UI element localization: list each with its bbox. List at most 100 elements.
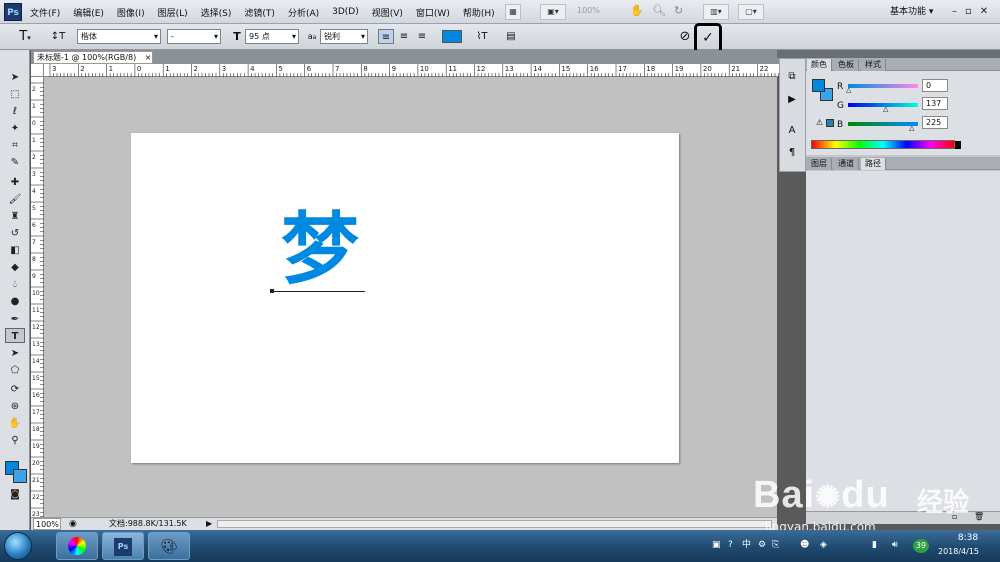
horizontal-scrollbar[interactable] xyxy=(217,520,772,528)
status-zoom[interactable]: 100% xyxy=(33,518,61,530)
color-ramp-black[interactable] xyxy=(955,141,961,149)
tray-badge[interactable]: 39 xyxy=(913,539,929,553)
menu-filter[interactable]: 滤镜(T) xyxy=(244,6,275,19)
warp-text-icon[interactable]: ⌇T xyxy=(474,29,490,44)
marquee-tool-icon[interactable]: ⬚ xyxy=(5,87,25,102)
bridge-icon[interactable]: ▦ xyxy=(505,4,521,20)
3d-rotate-icon[interactable]: ⟳ xyxy=(5,382,25,397)
g-slider-thumb-icon[interactable]: △ xyxy=(883,105,888,113)
type-tool-icon[interactable]: T xyxy=(5,328,25,343)
document-tab[interactable]: 未标题-1 @ 100%(RGB/8) × xyxy=(33,51,153,64)
history-brush-icon[interactable]: ↺ xyxy=(5,226,25,241)
path-selection-icon[interactable]: ➤ xyxy=(5,346,25,361)
history-panel-icon[interactable]: ⧉ xyxy=(784,70,800,84)
pen-tool-icon[interactable]: ✒ xyxy=(5,312,25,327)
text-orientation-icon[interactable]: ↕T xyxy=(50,29,66,44)
screen-mode-menu-icon[interactable]: ▢▾ xyxy=(738,4,764,20)
status-menu-arrow-icon[interactable]: ▶ xyxy=(206,518,212,530)
tab-swatches[interactable]: 色板 xyxy=(834,59,859,71)
rotate-icon[interactable]: ↻ xyxy=(674,4,683,17)
align-center-icon[interactable]: ≡ xyxy=(396,29,412,44)
tab-styles[interactable]: 样式 xyxy=(861,59,886,71)
antialias-select[interactable]: 锐利 xyxy=(320,29,368,44)
lasso-tool-icon[interactable]: ℓ xyxy=(5,104,25,119)
paragraph-panel-icon[interactable]: ¶ xyxy=(784,146,800,160)
type-tool-preset-icon[interactable]: T▾ xyxy=(14,29,36,44)
r-slider-thumb-icon[interactable]: △ xyxy=(846,86,851,94)
shape-tool-icon[interactable]: ⬠ xyxy=(5,363,25,378)
menu-file[interactable]: 文件(F) xyxy=(30,6,60,19)
font-family-select[interactable]: 楷体 xyxy=(77,29,161,44)
restore-button[interactable]: ▫ xyxy=(965,2,972,22)
menu-3d[interactable]: 3D(D) xyxy=(332,7,359,17)
clock-date[interactable]: 2018/4/15 xyxy=(938,547,979,556)
b-slider-thumb-icon[interactable]: △ xyxy=(909,124,914,132)
brush-tool-icon[interactable]: 🖌︎ xyxy=(5,192,25,207)
healing-brush-icon[interactable]: ✚ xyxy=(5,175,25,190)
eyedropper-tool-icon[interactable]: ✎ xyxy=(5,155,25,170)
gamut-warning-icon[interactable]: ⚠ xyxy=(816,118,823,127)
tray-icon-1[interactable]: ▣ xyxy=(712,538,721,552)
tray-settings-icon[interactable]: ⚙ xyxy=(758,538,766,552)
taskbar-app-color-icon[interactable] xyxy=(56,532,98,560)
tab-channels[interactable]: 通道 xyxy=(834,158,859,170)
tray-lang[interactable]: 中 xyxy=(742,538,751,552)
menu-select[interactable]: 选择(S) xyxy=(201,6,232,19)
character-panel-icon[interactable]: ▤ xyxy=(503,29,519,44)
panel-fg-swatch[interactable] xyxy=(812,79,825,92)
b-slider[interactable] xyxy=(848,122,918,126)
menu-window[interactable]: 窗口(W) xyxy=(416,6,450,19)
ruler-origin[interactable] xyxy=(31,64,44,77)
magic-wand-icon[interactable]: ✦ xyxy=(5,121,25,136)
g-value-input[interactable]: 137 xyxy=(922,97,948,110)
blur-tool-icon[interactable]: 💧︎ xyxy=(5,277,25,292)
status-icon[interactable]: ◉ xyxy=(69,518,77,530)
tray-help-icon[interactable]: ? xyxy=(728,538,733,552)
tray-qq-icon[interactable]: ☻ xyxy=(800,538,809,552)
color-ramp[interactable] xyxy=(811,140,955,149)
hand-icon[interactable]: ✋ xyxy=(630,4,644,17)
tray-signal-icon[interactable]: ▮ xyxy=(872,538,877,552)
taskbar-paint-icon[interactable]: 🎨︎ xyxy=(148,532,190,560)
tab-paths[interactable]: 路径 xyxy=(861,158,886,170)
menu-image[interactable]: 图像(I) xyxy=(117,6,145,19)
screen-mode-icon[interactable]: ▣▾ xyxy=(540,4,566,20)
actions-panel-icon[interactable]: ▶ xyxy=(784,93,800,107)
font-style-select[interactable]: - xyxy=(167,29,221,44)
eraser-tool-icon[interactable]: ◧ xyxy=(5,243,25,258)
zoom-tool-icon[interactable]: ⚲ xyxy=(5,433,25,448)
minimize-button[interactable]: – xyxy=(952,2,957,22)
align-right-icon[interactable]: ≡ xyxy=(414,29,430,44)
hand-tool-icon[interactable]: ✋ xyxy=(5,416,25,431)
tray-clipboard-icon[interactable]: ⎘ xyxy=(772,538,779,552)
menu-edit[interactable]: 编辑(E) xyxy=(73,6,104,19)
arrange-docs-icon[interactable]: ▥▾ xyxy=(703,4,729,20)
clone-stamp-icon[interactable]: ♜ xyxy=(5,209,25,224)
text-layer[interactable]: 梦 xyxy=(281,205,359,295)
menu-layer[interactable]: 图层(L) xyxy=(158,6,188,19)
close-tab-icon[interactable]: × xyxy=(145,53,152,62)
background-color-swatch[interactable] xyxy=(13,469,27,483)
taskbar-photoshop-icon[interactable]: Ps xyxy=(102,532,144,560)
menu-help[interactable]: 帮助(H) xyxy=(463,6,495,19)
b-value-input[interactable]: 225 xyxy=(922,116,948,129)
paint-bucket-icon[interactable]: ◆ xyxy=(5,260,25,275)
clock-time[interactable]: 8:38 xyxy=(944,533,992,543)
tray-network-icon[interactable]: ◈ xyxy=(820,538,827,552)
gamut-swatch[interactable] xyxy=(826,119,834,127)
text-color-swatch[interactable] xyxy=(442,30,462,43)
move-tool-icon[interactable]: ➤ xyxy=(5,70,25,85)
start-button[interactable] xyxy=(4,532,32,560)
tab-color[interactable]: 颜色 xyxy=(807,59,832,71)
tray-volume-icon[interactable]: 🔊︎ xyxy=(892,538,898,552)
tab-layers[interactable]: 图层 xyxy=(807,158,832,170)
zoom-level[interactable]: 100% xyxy=(577,6,600,15)
crop-tool-icon[interactable]: ⌗ xyxy=(5,138,25,153)
cancel-edit-icon[interactable]: ⊘ xyxy=(677,29,693,44)
quick-mask-icon[interactable]: ◙ xyxy=(5,487,25,502)
text-anchor-point[interactable] xyxy=(270,289,274,293)
r-value-input[interactable]: 0 xyxy=(922,79,948,92)
character-panel-dock-icon[interactable]: A xyxy=(784,124,800,138)
dodge-tool-icon[interactable]: ● xyxy=(5,294,25,309)
font-size-select[interactable]: 95 点 xyxy=(245,29,299,44)
